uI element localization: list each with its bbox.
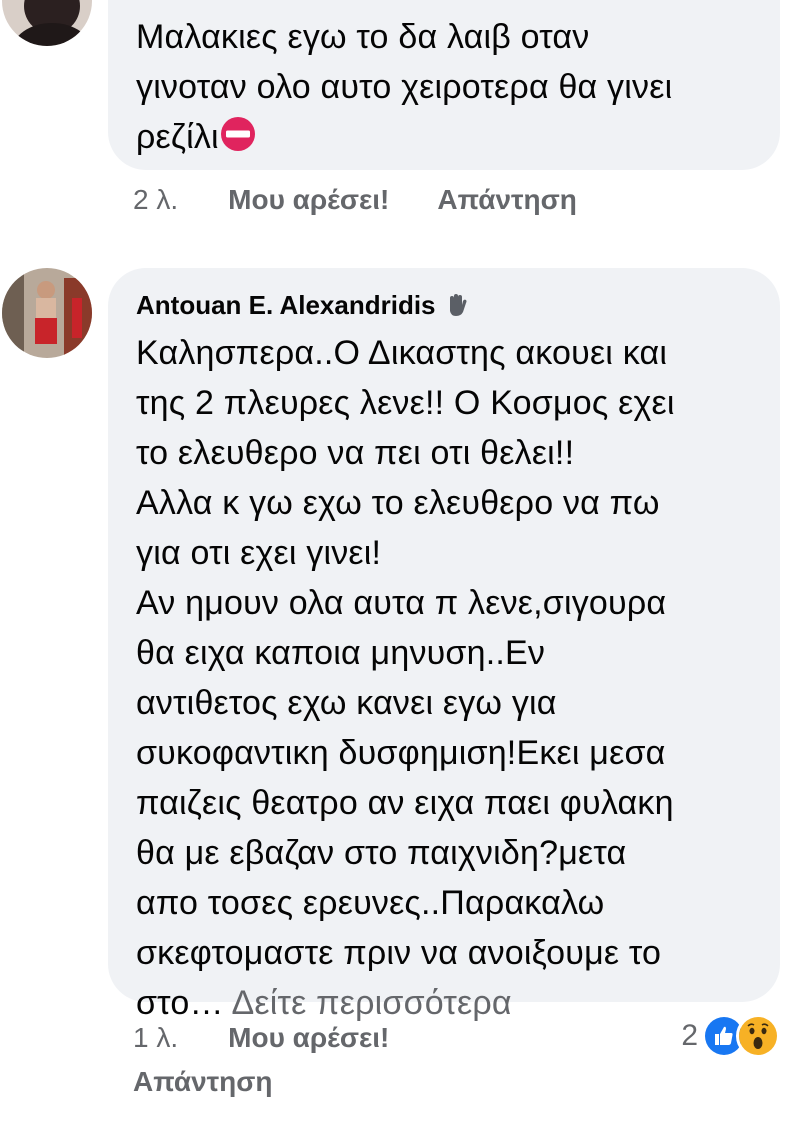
comment-actions: 1 λ. Μου αρέσει! — [133, 1022, 389, 1054]
like-button[interactable]: Μου αρέσει! — [228, 1022, 389, 1054]
wow-icon — [736, 1014, 780, 1058]
reply-button[interactable]: Απάντηση — [133, 1066, 273, 1098]
waving-hand-icon — [444, 292, 470, 318]
comment-time[interactable]: 2 λ. — [133, 184, 178, 216]
see-more-link[interactable]: Δείτε περισσότερα — [231, 984, 511, 1022]
reaction-summary[interactable]: 2 — [681, 1014, 780, 1058]
avatar[interactable] — [2, 268, 92, 358]
comment-bubble: Antouan E. Alexandridis Καλησπερα..Ο Δικ… — [108, 268, 780, 1022]
like-button[interactable]: Μου αρέσει! — [228, 184, 389, 216]
comment-actions: 2 λ. Μου αρέσει! Απάντηση — [133, 184, 577, 216]
comment-text: Μαλακιες εγω το δα λαιβ οταν γινοταν ολο… — [136, 18, 673, 156]
avatar-image — [2, 0, 92, 46]
reaction-count: 2 — [681, 1019, 698, 1052]
avatar[interactable] — [2, 0, 92, 46]
reply-button[interactable]: Απάντηση — [437, 184, 577, 216]
comment-bubble: Μαλακιες εγω το δα λαιβ οταν γινοταν ολο… — [108, 0, 780, 170]
comment-author[interactable]: Antouan E. Alexandridis — [136, 288, 436, 322]
avatar-image — [2, 268, 92, 358]
no-entry-icon — [220, 116, 256, 152]
comment-time[interactable]: 1 λ. — [133, 1022, 178, 1054]
comment-text: Καλησπερα..Ο Δικαστης ακουει και της 2 π… — [136, 334, 675, 1022]
